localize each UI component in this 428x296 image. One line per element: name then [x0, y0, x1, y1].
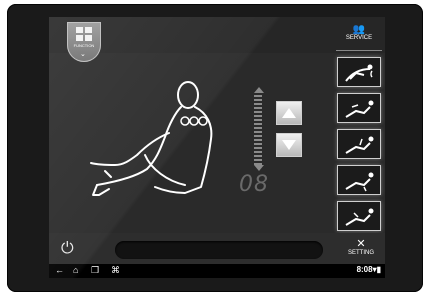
clock: 8:08▾▮	[356, 265, 381, 274]
recline-massage-2-icon	[345, 136, 374, 154]
power-icon[interactable]: ⏻	[61, 240, 74, 258]
service-users-icon: 👥	[352, 24, 366, 35]
recline-massage-3-icon	[345, 172, 374, 192]
body-outline-figure	[90, 81, 213, 196]
decrease-button[interactable]	[276, 133, 302, 157]
recline-speed-icon	[345, 64, 373, 82]
intensity-scale	[253, 95, 263, 167]
scale-top-arrow-icon	[254, 87, 264, 93]
android-nav-bar: ← ⌂ ❐ ⌘ 8:08▾▮	[49, 264, 385, 278]
recline-massage-4-icon	[345, 208, 374, 226]
recline-massage-1-icon	[345, 100, 374, 118]
grid-icon	[76, 27, 92, 41]
function-tab[interactable]: FUNCTION ⌄	[67, 22, 101, 62]
increase-button[interactable]	[276, 101, 302, 125]
side-button-3[interactable]	[337, 129, 381, 159]
function-label: FUNCTION	[73, 43, 95, 48]
side-button-1[interactable]	[337, 57, 381, 87]
service-button[interactable]: 👥 SERVICE	[339, 24, 379, 42]
triangle-down-icon	[282, 140, 296, 150]
status-slot	[115, 241, 323, 259]
back-icon[interactable]: ←	[55, 265, 64, 275]
recent-apps-icon[interactable]: ❐	[91, 265, 99, 276]
timer-display: 08	[239, 172, 269, 197]
service-label: SERVICE	[345, 35, 373, 41]
service-divider	[336, 50, 382, 51]
menu-icon[interactable]: ⌘	[111, 265, 120, 276]
side-button-2[interactable]	[337, 93, 381, 123]
home-icon[interactable]: ⌂	[73, 265, 78, 275]
side-button-4[interactable]	[337, 165, 381, 195]
scale-bottom-arrow-icon	[254, 165, 264, 171]
chevron-down-icon: ⌄	[80, 51, 86, 58]
setting-label: SETTING	[347, 250, 374, 256]
side-button-5[interactable]	[337, 201, 381, 231]
setting-button[interactable]: ✕ SETTING	[341, 238, 381, 257]
wrench-screwdriver-icon: ✕	[356, 238, 366, 250]
triangle-up-icon	[282, 108, 296, 118]
screen: FUNCTION ⌄ 👥 SERVICE 08 ⏻ ✕ SETTING ← ⌂ …	[49, 17, 385, 278]
